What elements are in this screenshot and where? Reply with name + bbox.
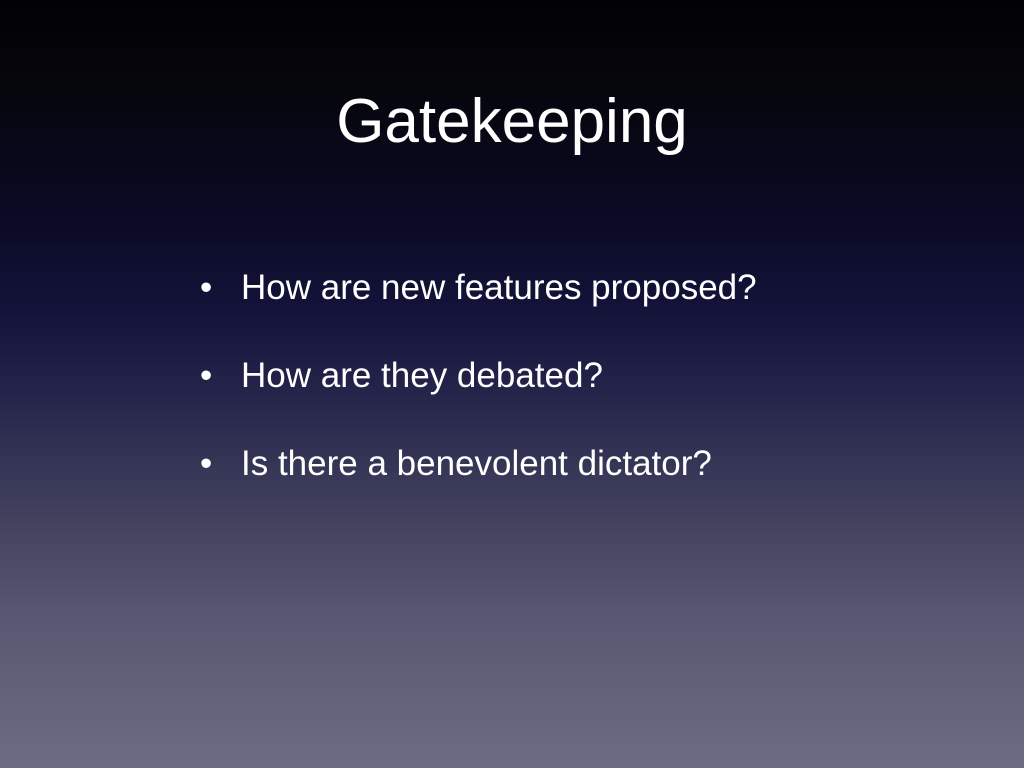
bullet-dot-icon: •	[200, 444, 213, 483]
bullet-dot-icon: •	[200, 268, 213, 307]
bullet-text: How are new features proposed?	[241, 268, 757, 307]
slide-title: Gatekeeping	[336, 87, 688, 156]
bullet-text: How are they debated?	[241, 356, 603, 395]
bullet-text: Is there a benevolent dictator?	[241, 444, 712, 483]
slide: Gatekeeping • How are new features propo…	[0, 0, 1024, 768]
bullet-dot-icon: •	[200, 356, 213, 395]
